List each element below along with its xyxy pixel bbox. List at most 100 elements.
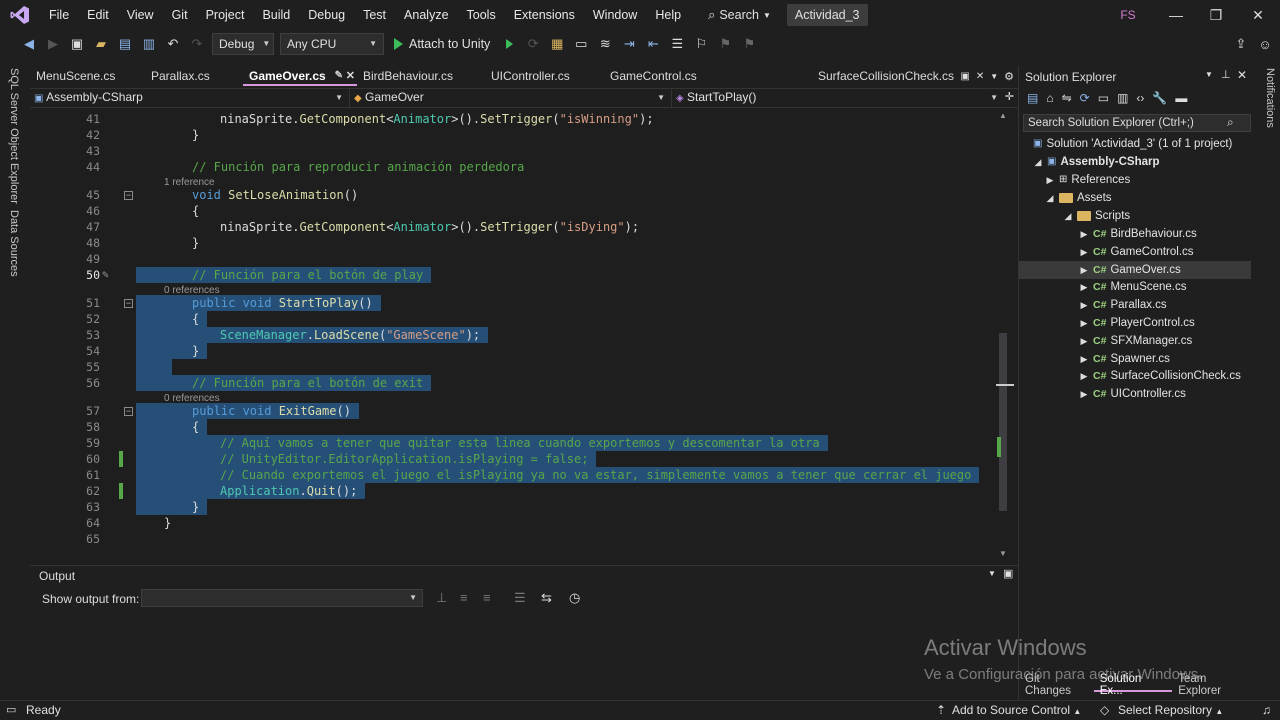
solution-name-badge[interactable]: Actividad_3	[786, 4, 868, 26]
code-line[interactable]: 61 // Cuando exportemos el juego el isPla…	[30, 467, 1000, 483]
share-icon[interactable]: ⇪	[1232, 35, 1250, 53]
view-code-icon[interactable]: ‹›	[1136, 91, 1144, 105]
code-line[interactable]: 44 // Función para reproducir animación p…	[30, 159, 1000, 175]
save-icon[interactable]: ▤	[116, 35, 134, 53]
collapsed-arrow-icon[interactable]: ▶	[1079, 278, 1089, 296]
collapsed-arrow-icon[interactable]: ▶	[1079, 243, 1089, 261]
collapsed-arrow-icon[interactable]: ▶	[1079, 314, 1089, 332]
minimize-button[interactable]: —	[1156, 0, 1196, 30]
code-line[interactable]: 57− public void ExitGame()	[30, 403, 1000, 419]
navigate-back-icon[interactable]: ◀	[20, 35, 38, 53]
menu-tools[interactable]: Tools	[458, 0, 505, 30]
pin-icon[interactable]: ⊥	[1221, 68, 1231, 81]
codelens-references[interactable]: 0 references	[164, 393, 220, 405]
menu-help[interactable]: Help	[646, 0, 690, 30]
layout-icon[interactable]: ▭	[572, 35, 590, 53]
switch-views-icon[interactable]: ⇋	[1062, 91, 1072, 105]
clock-icon[interactable]: ◷	[569, 590, 580, 606]
chevron-down-icon[interactable]: ▼	[1205, 70, 1213, 79]
scroll-up-icon[interactable]: ▲	[999, 111, 1007, 120]
tab-uicontroller[interactable]: UIController.cs	[485, 66, 604, 86]
tree-script-file[interactable]: ▶ C# SFXManager.cs	[1079, 332, 1193, 350]
redo-icon[interactable]: ↷	[188, 35, 206, 53]
collapsed-arrow-icon[interactable]: ▶	[1079, 332, 1089, 350]
menu-window[interactable]: Window	[584, 0, 646, 30]
word-wrap-icon[interactable]: ⇆	[541, 590, 552, 606]
browser-icon[interactable]: ▦	[548, 35, 566, 53]
menu-view[interactable]: View	[118, 0, 163, 30]
sync-icon[interactable]: ▤	[1027, 91, 1038, 105]
collapsed-arrow-icon[interactable]: ▶	[1079, 367, 1089, 385]
notification-bell-icon[interactable]: ♫	[1262, 703, 1271, 717]
code-line[interactable]: 46 {	[30, 203, 1000, 219]
codelens-references[interactable]: 1 reference	[164, 177, 215, 189]
tree-script-file[interactable]: ▶ C# BirdBehaviour.cs	[1079, 225, 1197, 243]
start-without-debugging-icon[interactable]	[500, 35, 518, 53]
menu-test[interactable]: Test	[354, 0, 395, 30]
bookmark-icon[interactable]: ⚐	[692, 35, 710, 53]
code-line[interactable]: 47 ninaSprite.GetComponent<Animator>().Se…	[30, 219, 1000, 235]
user-avatar[interactable]: FS	[1116, 6, 1140, 24]
code-line[interactable]: 50 // Función para el botón de play	[30, 267, 1000, 283]
notifications-tab[interactable]: Notifications	[1264, 68, 1276, 128]
refresh-icon[interactable]: ⟳	[1080, 91, 1090, 105]
menu-edit[interactable]: Edit	[78, 0, 118, 30]
tab-menuscene[interactable]: MenuScene.cs	[30, 66, 145, 86]
collapse-region-icon[interactable]: −	[124, 407, 133, 416]
chevron-down-icon[interactable]: ▼	[988, 569, 996, 578]
step-icon[interactable]: ⇥	[620, 35, 638, 53]
menu-build[interactable]: Build	[253, 0, 299, 30]
tree-script-file[interactable]: ▶ C# SurfaceCollisionCheck.cs	[1079, 367, 1241, 385]
tree-solution[interactable]: ▣ Solution 'Actividad_3' (1 of 1 project…	[1033, 135, 1232, 153]
code-line[interactable]: 55	[30, 359, 1000, 375]
chevron-down-icon[interactable]: ▼	[990, 72, 998, 81]
close-window-button[interactable]: ✕	[1238, 0, 1278, 30]
tree-script-file[interactable]: ▶ C# MenuScene.cs	[1079, 278, 1187, 296]
sql-server-object-explorer-tab[interactable]: SQL Server Object Explorer	[8, 68, 20, 204]
configuration-dropdown[interactable]: Debug ▼	[212, 33, 274, 55]
search-icon[interactable]: ⌕	[1227, 115, 1234, 130]
tree-script-file[interactable]: ▶ C# PlayerControl.cs	[1079, 314, 1195, 332]
code-line[interactable]: 62 Application.Quit();	[30, 483, 1000, 499]
code-line[interactable]: 48}	[30, 235, 1000, 251]
collapsed-arrow-icon[interactable]: ▶	[1079, 296, 1089, 314]
split-window-icon[interactable]: ✛	[1005, 90, 1014, 103]
clear-all-icon[interactable]: ☰	[514, 590, 526, 606]
scroll-down-icon[interactable]: ▼	[999, 549, 1007, 558]
save-all-icon[interactable]: ▥	[140, 35, 158, 53]
quick-actions-icon[interactable]: ✎	[102, 267, 109, 283]
tab-gamecontrol[interactable]: GameControl.cs	[604, 66, 812, 86]
pin-icon[interactable]: ✎	[335, 66, 343, 86]
menu-analyze[interactable]: Analyze	[395, 0, 457, 30]
code-line[interactable]: 60 // UnityEditor.EditorApplication.isPla…	[30, 451, 1000, 467]
undo-icon[interactable]: ↶	[164, 35, 182, 53]
find-message-icon[interactable]: ⊥	[436, 590, 447, 606]
menu-project[interactable]: Project	[197, 0, 254, 30]
collapsed-arrow-icon[interactable]: ▶	[1079, 350, 1089, 368]
close-tab-icon[interactable]: ✕	[346, 66, 355, 86]
home-icon[interactable]: ⌂	[1046, 91, 1053, 105]
indent-icon[interactable]: ⇤	[644, 35, 662, 53]
prev-message-icon[interactable]: ≡	[460, 590, 468, 605]
collapsed-arrow-icon[interactable]: ▶	[1079, 385, 1089, 403]
collapsed-arrow-icon[interactable]: ▶	[1079, 225, 1089, 243]
tree-references[interactable]: ▶ ⊞ References	[1045, 171, 1131, 189]
code-line[interactable]: 42}	[30, 127, 1000, 143]
open-file-icon[interactable]: ▰	[92, 35, 110, 53]
navigate-forward-icon[interactable]: ▶	[44, 35, 62, 53]
platform-dropdown[interactable]: Any CPU ▼	[280, 33, 384, 55]
pin-icon[interactable]: ▣	[960, 71, 969, 82]
gear-icon[interactable]: ⚙	[1004, 70, 1014, 83]
menu-debug[interactable]: Debug	[299, 0, 354, 30]
tree-script-file[interactable]: ▶ C# UIController.cs	[1079, 385, 1186, 403]
menu-extensions[interactable]: Extensions	[505, 0, 584, 30]
format-icon[interactable]: ≋	[596, 35, 614, 53]
add-to-source-control-button[interactable]: Add to Source Control ▲	[952, 703, 1081, 717]
vertical-scrollbar[interactable]: ▲ ▼	[996, 109, 1014, 565]
new-project-icon[interactable]: ▣	[68, 35, 86, 53]
maximize-button[interactable]: ❐	[1196, 0, 1236, 30]
code-line[interactable]: 64}	[30, 515, 1000, 531]
code-line[interactable]: 63}	[30, 499, 1000, 515]
feedback-icon[interactable]: ☺	[1256, 35, 1274, 53]
tree-script-file[interactable]: ▶ C# Spawner.cs	[1079, 350, 1170, 368]
